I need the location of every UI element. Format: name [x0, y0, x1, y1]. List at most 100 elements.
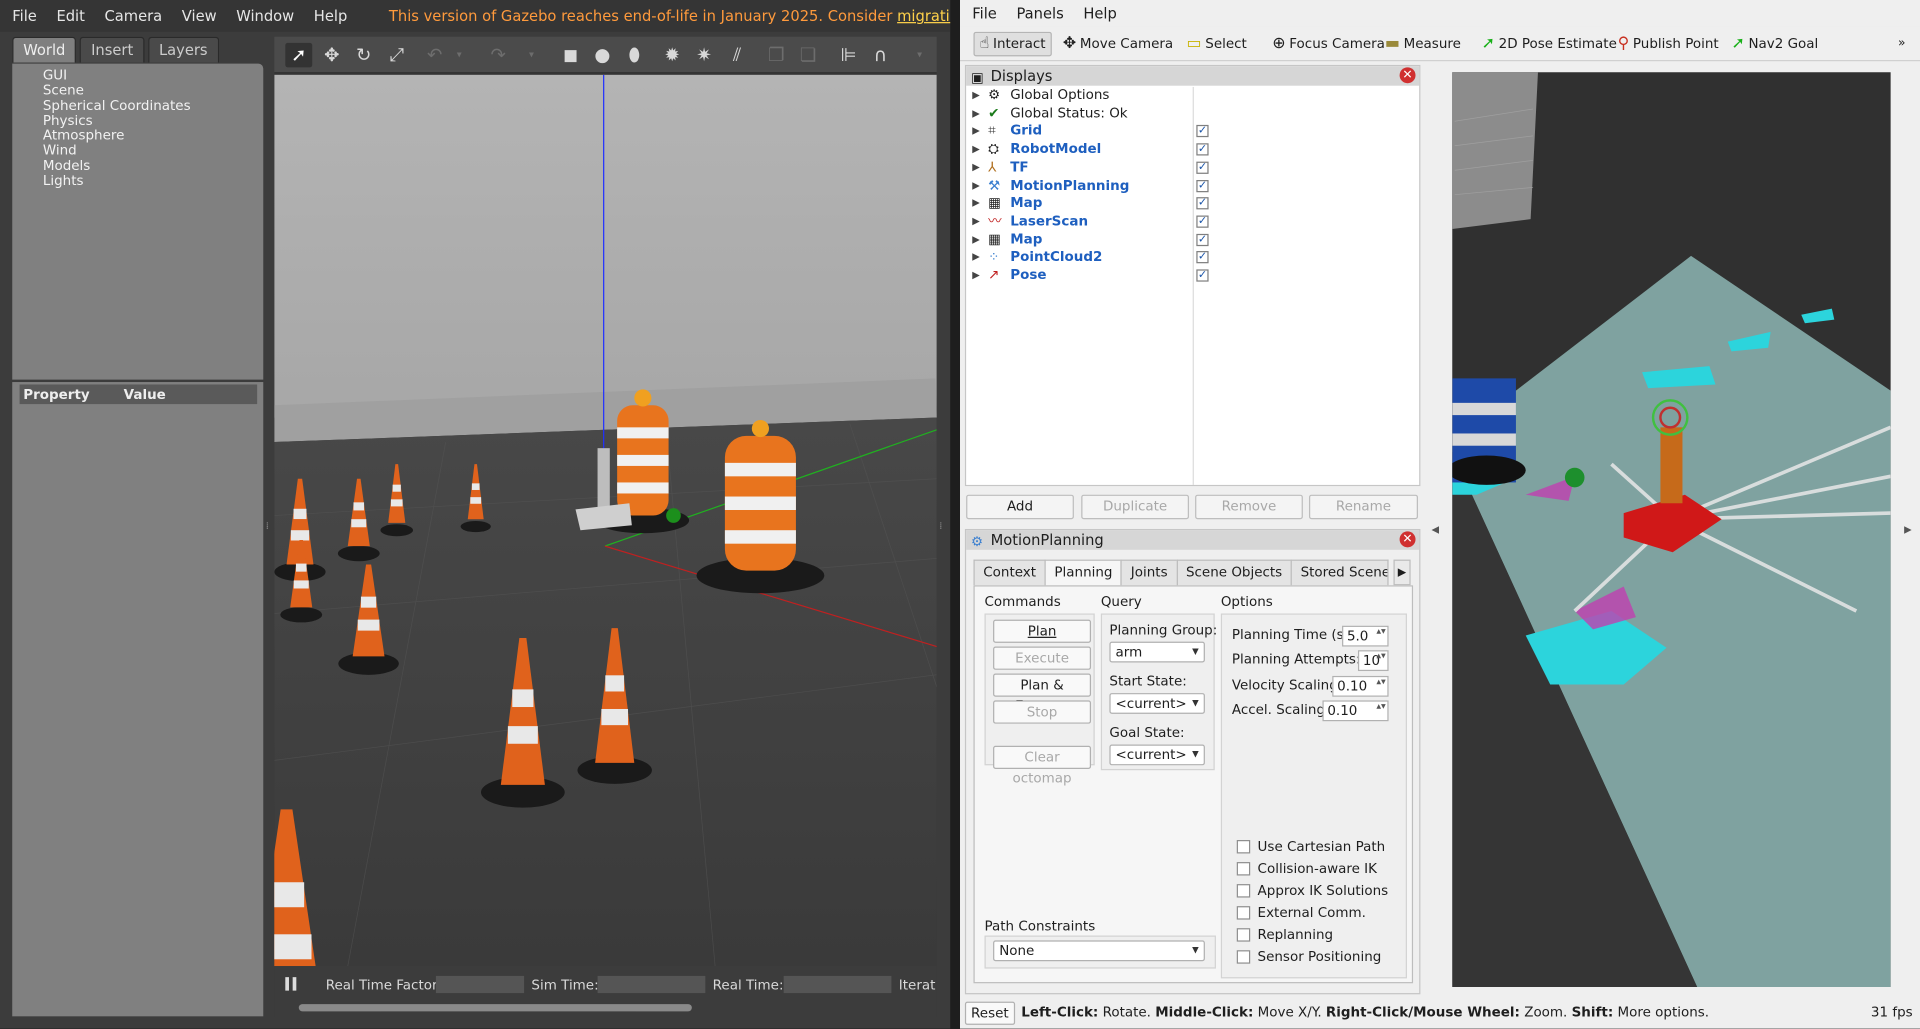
path-constraints-select[interactable]: None: [993, 940, 1205, 962]
expand-arrow-icon[interactable]: ▶: [972, 249, 980, 267]
menu-panels[interactable]: Panels: [1009, 5, 1071, 22]
expand-arrow-icon[interactable]: ▶: [972, 87, 980, 105]
tab-planning[interactable]: Planning: [1044, 559, 1123, 587]
tree-item-spherical-coordinates[interactable]: Spherical Coordinates: [12, 98, 263, 114]
expand-arrow-icon[interactable]: ▶: [972, 213, 980, 231]
expand-arrow-icon[interactable]: ▶: [972, 105, 980, 123]
display-item-pose[interactable]: ▶ ↗ Pose ✓: [966, 267, 1422, 285]
collision-aware-ik-checkbox[interactable]: [1236, 862, 1251, 876]
reset-button[interactable]: Reset: [964, 1001, 1015, 1025]
tab-joints[interactable]: Joints: [1121, 559, 1178, 586]
menu-file[interactable]: File: [965, 5, 1004, 22]
menu-view[interactable]: View: [174, 7, 224, 24]
external-comm-checkbox[interactable]: [1236, 906, 1251, 920]
add-button[interactable]: Add: [966, 494, 1074, 520]
tree-item-atmosphere[interactable]: Atmosphere: [12, 128, 263, 144]
expand-arrow-icon[interactable]: ▶: [972, 195, 980, 213]
stop-button[interactable]: Stop: [993, 700, 1092, 724]
rviz-3d-view[interactable]: [1452, 72, 1891, 987]
tree-item-physics[interactable]: Physics: [12, 113, 263, 129]
point-light-icon[interactable]: ✹: [659, 43, 686, 67]
clear-octomap-button[interactable]: Clear octomap: [993, 745, 1092, 786]
display-item-laserscan[interactable]: ▶ 〰 LaserScan ✓: [966, 213, 1422, 231]
display-item-grid[interactable]: ▶ ⌗ Grid ✓: [966, 123, 1422, 141]
menu-file[interactable]: File: [5, 7, 44, 24]
velocity-scaling-spinbox[interactable]: 0.10: [1332, 675, 1389, 697]
approx-ik-checkbox[interactable]: [1236, 884, 1251, 898]
redo-icon[interactable]: ↷: [485, 43, 512, 67]
display-item-global-options[interactable]: ▶ ⚙ Global Options: [966, 87, 1422, 105]
tree-item-lights[interactable]: Lights: [12, 173, 263, 189]
close-icon[interactable]: ✕: [1399, 531, 1416, 548]
close-icon[interactable]: ✕: [1399, 67, 1416, 84]
display-item-pointcloud2[interactable]: ▶ ⁘ PointCloud2 ✓: [966, 249, 1422, 267]
display-item-tf[interactable]: ▶ ⅄ TF ✓: [966, 159, 1422, 177]
box-icon[interactable]: ◼: [557, 43, 584, 67]
spot-light-icon[interactable]: ✷: [691, 43, 718, 67]
paste-icon[interactable]: ❏: [795, 43, 822, 67]
select-tool[interactable]: ▭ Select: [1187, 32, 1247, 56]
toolbar-overflow-icon[interactable]: »: [1898, 32, 1906, 56]
copy-icon[interactable]: ❐: [763, 43, 790, 67]
interact-tool[interactable]: ☝ Interact: [973, 31, 1052, 57]
duplicate-button[interactable]: Duplicate: [1081, 494, 1189, 520]
scale-icon[interactable]: ⤢: [383, 43, 410, 67]
expand-arrow-icon[interactable]: ▶: [972, 231, 980, 249]
display-item-global-status-ok[interactable]: ▶ ✔ Global Status: Ok: [966, 105, 1422, 123]
display-enable-checkbox[interactable]: ✓: [1196, 215, 1209, 228]
start-state-select[interactable]: <current>: [1109, 693, 1205, 714]
planning-group-select[interactable]: arm: [1109, 641, 1205, 663]
align-icon[interactable]: ⊫: [835, 43, 862, 67]
collapse-right-icon[interactable]: ▶: [1904, 524, 1912, 535]
expand-arrow-icon[interactable]: ▶: [972, 123, 980, 141]
goal-state-select[interactable]: <current>: [1109, 744, 1205, 766]
cylinder-icon[interactable]: ⬮: [621, 43, 648, 67]
pause-icon[interactable]: [284, 976, 299, 992]
display-enable-checkbox[interactable]: ✓: [1196, 125, 1209, 138]
pose-estimate-tool[interactable]: ➚ 2D Pose Estimate: [1482, 32, 1617, 56]
focus-camera-tool[interactable]: ⊕ Focus Camera: [1272, 32, 1385, 56]
tree-item-wind[interactable]: Wind: [12, 143, 263, 159]
menu-help[interactable]: Help: [1076, 5, 1124, 22]
display-item-robotmodel[interactable]: ▶ ⛭ RobotModel ✓: [966, 141, 1422, 159]
undo-menu-icon[interactable]: ▾: [446, 43, 473, 67]
publish-point-tool[interactable]: ⚲ Publish Point: [1618, 32, 1719, 56]
display-enable-checkbox[interactable]: ✓: [1196, 197, 1209, 210]
translate-icon[interactable]: ✥: [318, 43, 345, 67]
display-item-map[interactable]: ▶ ▦ Map ✓: [966, 195, 1422, 213]
display-enable-checkbox[interactable]: ✓: [1196, 143, 1209, 156]
expand-arrow-icon[interactable]: ▶: [972, 177, 980, 195]
menu-edit[interactable]: Edit: [49, 7, 92, 24]
display-enable-checkbox[interactable]: ✓: [1196, 161, 1209, 174]
nav2-goal-tool[interactable]: ➚ Nav2 Goal: [1731, 32, 1818, 56]
tab-context[interactable]: Context: [973, 559, 1046, 586]
tab-scroll-right-icon[interactable]: ▶: [1393, 559, 1411, 586]
horizontal-scrollbar[interactable]: [298, 1004, 692, 1012]
accel-scaling-spinbox[interactable]: 0.10: [1322, 700, 1389, 722]
display-enable-checkbox[interactable]: ✓: [1196, 233, 1209, 246]
collapse-left-icon[interactable]: ◀: [1431, 524, 1439, 535]
display-enable-checkbox[interactable]: ✓: [1196, 251, 1209, 264]
redo-menu-icon[interactable]: ▾: [518, 43, 545, 67]
menu-window[interactable]: Window: [229, 7, 302, 24]
tab-world[interactable]: World: [12, 36, 77, 63]
menu-camera[interactable]: Camera: [97, 7, 169, 24]
migration-link[interactable]: migrating to the new Gazebo: [897, 7, 950, 24]
tab-scene-objects[interactable]: Scene Objects: [1176, 559, 1293, 586]
tab-stored-scenes[interactable]: Stored Scenes: [1290, 559, 1389, 586]
plan-button[interactable]: Plan: [993, 619, 1092, 643]
tab-insert[interactable]: Insert: [80, 36, 145, 63]
menu-help[interactable]: Help: [306, 7, 354, 24]
planning-time-spinbox[interactable]: 5.0: [1342, 625, 1389, 647]
snap-icon[interactable]: ∩: [867, 43, 894, 67]
plan-execute-button[interactable]: Plan & Execute: [993, 673, 1092, 714]
tree-item-models[interactable]: Models: [12, 158, 263, 174]
rename-button[interactable]: Rename: [1308, 494, 1418, 520]
expand-arrow-icon[interactable]: ▶: [972, 141, 980, 159]
remove-button[interactable]: Remove: [1195, 494, 1303, 520]
gazebo-3d-scene[interactable]: [216, 74, 938, 1029]
display-enable-checkbox[interactable]: ✓: [1196, 269, 1209, 282]
sphere-icon[interactable]: ●: [589, 43, 616, 67]
display-item-map[interactable]: ▶ ▦ Map ✓: [966, 231, 1422, 249]
left-panel-collapse-handle[interactable]: ⁞: [266, 520, 269, 531]
